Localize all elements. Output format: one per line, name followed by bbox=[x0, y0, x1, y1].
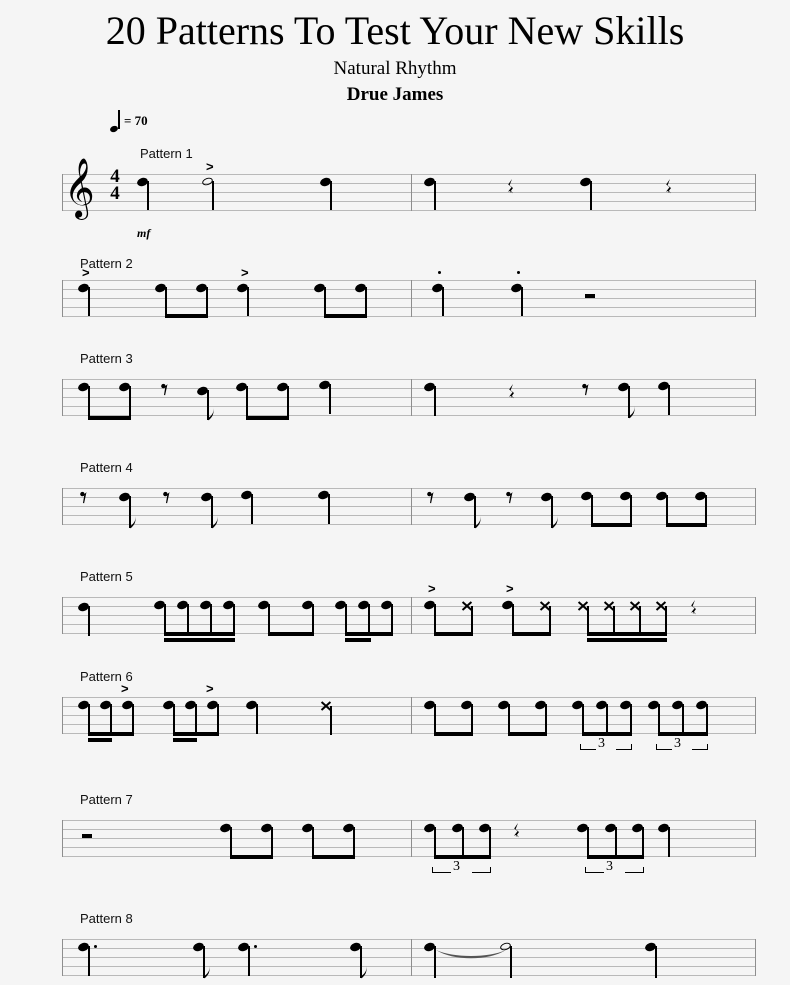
augmentation-dot bbox=[94, 945, 97, 948]
system-7: 3 3 bbox=[62, 820, 756, 874]
treble-clef-icon: 𝄞 bbox=[64, 158, 95, 218]
staff-5: > > bbox=[62, 582, 756, 643]
eighth-rest bbox=[427, 490, 435, 505]
page-subtitle: Natural Rhythm bbox=[333, 58, 457, 79]
barline bbox=[755, 280, 756, 317]
barline bbox=[411, 379, 412, 416]
eighth-rest bbox=[506, 490, 514, 505]
quarter-note-icon bbox=[109, 110, 121, 134]
system-3 bbox=[62, 379, 756, 421]
barline bbox=[755, 174, 756, 211]
quarter-rest bbox=[507, 383, 516, 403]
time-signature: 4 4 bbox=[110, 166, 120, 204]
staff-2: > > bbox=[62, 266, 756, 319]
pattern-label-7: Pattern 7 bbox=[80, 792, 133, 807]
eighth-rest bbox=[80, 490, 88, 505]
barline bbox=[755, 939, 756, 976]
system-1: 𝄞 4 4 > mf bbox=[62, 160, 756, 240]
staff-6: > > 3 3 bbox=[62, 682, 756, 751]
barline bbox=[755, 597, 756, 634]
system-2: > > bbox=[62, 266, 756, 319]
pattern-label-8: Pattern 8 bbox=[80, 911, 133, 926]
accent-mark: > bbox=[241, 265, 249, 280]
pattern-label-3: Pattern 3 bbox=[80, 351, 133, 366]
page-title: 20 Patterns To Test Your New Skills bbox=[105, 8, 685, 53]
staff-7: 3 3 bbox=[62, 820, 756, 874]
tempo-marking: = 70 bbox=[109, 110, 148, 134]
system-4 bbox=[62, 488, 756, 529]
eighth-rest bbox=[582, 382, 590, 397]
pattern-label-4: Pattern 4 bbox=[80, 460, 133, 475]
composer-name: Drue James bbox=[346, 84, 444, 105]
staccato-dot bbox=[438, 271, 441, 274]
sheet-music-page: 20 Patterns To Test Your New Skills Natu… bbox=[0, 0, 790, 985]
staff-8 bbox=[62, 939, 756, 979]
system-5: > > bbox=[62, 582, 756, 643]
dynamic-marking: mf bbox=[137, 226, 151, 240]
accent-mark: > bbox=[428, 581, 436, 596]
barline bbox=[755, 379, 756, 416]
barline bbox=[755, 697, 756, 734]
half-rest bbox=[82, 834, 92, 838]
eighth-rest bbox=[161, 382, 169, 397]
accent-mark: > bbox=[121, 681, 129, 696]
barline bbox=[411, 939, 412, 976]
accent-mark: > bbox=[206, 159, 214, 174]
quarter-rest bbox=[664, 178, 673, 198]
tempo-value: = 70 bbox=[124, 113, 148, 128]
staccato-dot bbox=[517, 271, 520, 274]
barline bbox=[755, 488, 756, 525]
barline bbox=[411, 488, 412, 525]
augmentation-dot bbox=[254, 945, 257, 948]
accent-mark: > bbox=[506, 581, 514, 596]
barline bbox=[411, 697, 412, 734]
barline bbox=[755, 820, 756, 857]
tie-slur bbox=[435, 948, 507, 966]
pattern-label-5: Pattern 5 bbox=[80, 569, 133, 584]
quarter-rest bbox=[506, 178, 515, 198]
staff-1: 𝄞 4 4 > bbox=[62, 160, 756, 214]
eighth-rest bbox=[163, 490, 171, 505]
quarter-rest bbox=[512, 822, 521, 842]
staff-3 bbox=[62, 379, 756, 421]
system-8 bbox=[62, 939, 756, 979]
system-6: > > 3 3 bbox=[62, 682, 756, 751]
barline bbox=[411, 820, 412, 857]
accent-mark: > bbox=[82, 265, 90, 280]
quarter-rest bbox=[689, 599, 698, 619]
staff-4 bbox=[62, 488, 756, 529]
barline bbox=[411, 597, 412, 634]
accent-mark: > bbox=[206, 681, 214, 696]
barline bbox=[411, 280, 412, 317]
pattern-label-1: Pattern 1 bbox=[140, 146, 193, 161]
barline bbox=[411, 174, 412, 211]
half-rest bbox=[585, 294, 595, 298]
